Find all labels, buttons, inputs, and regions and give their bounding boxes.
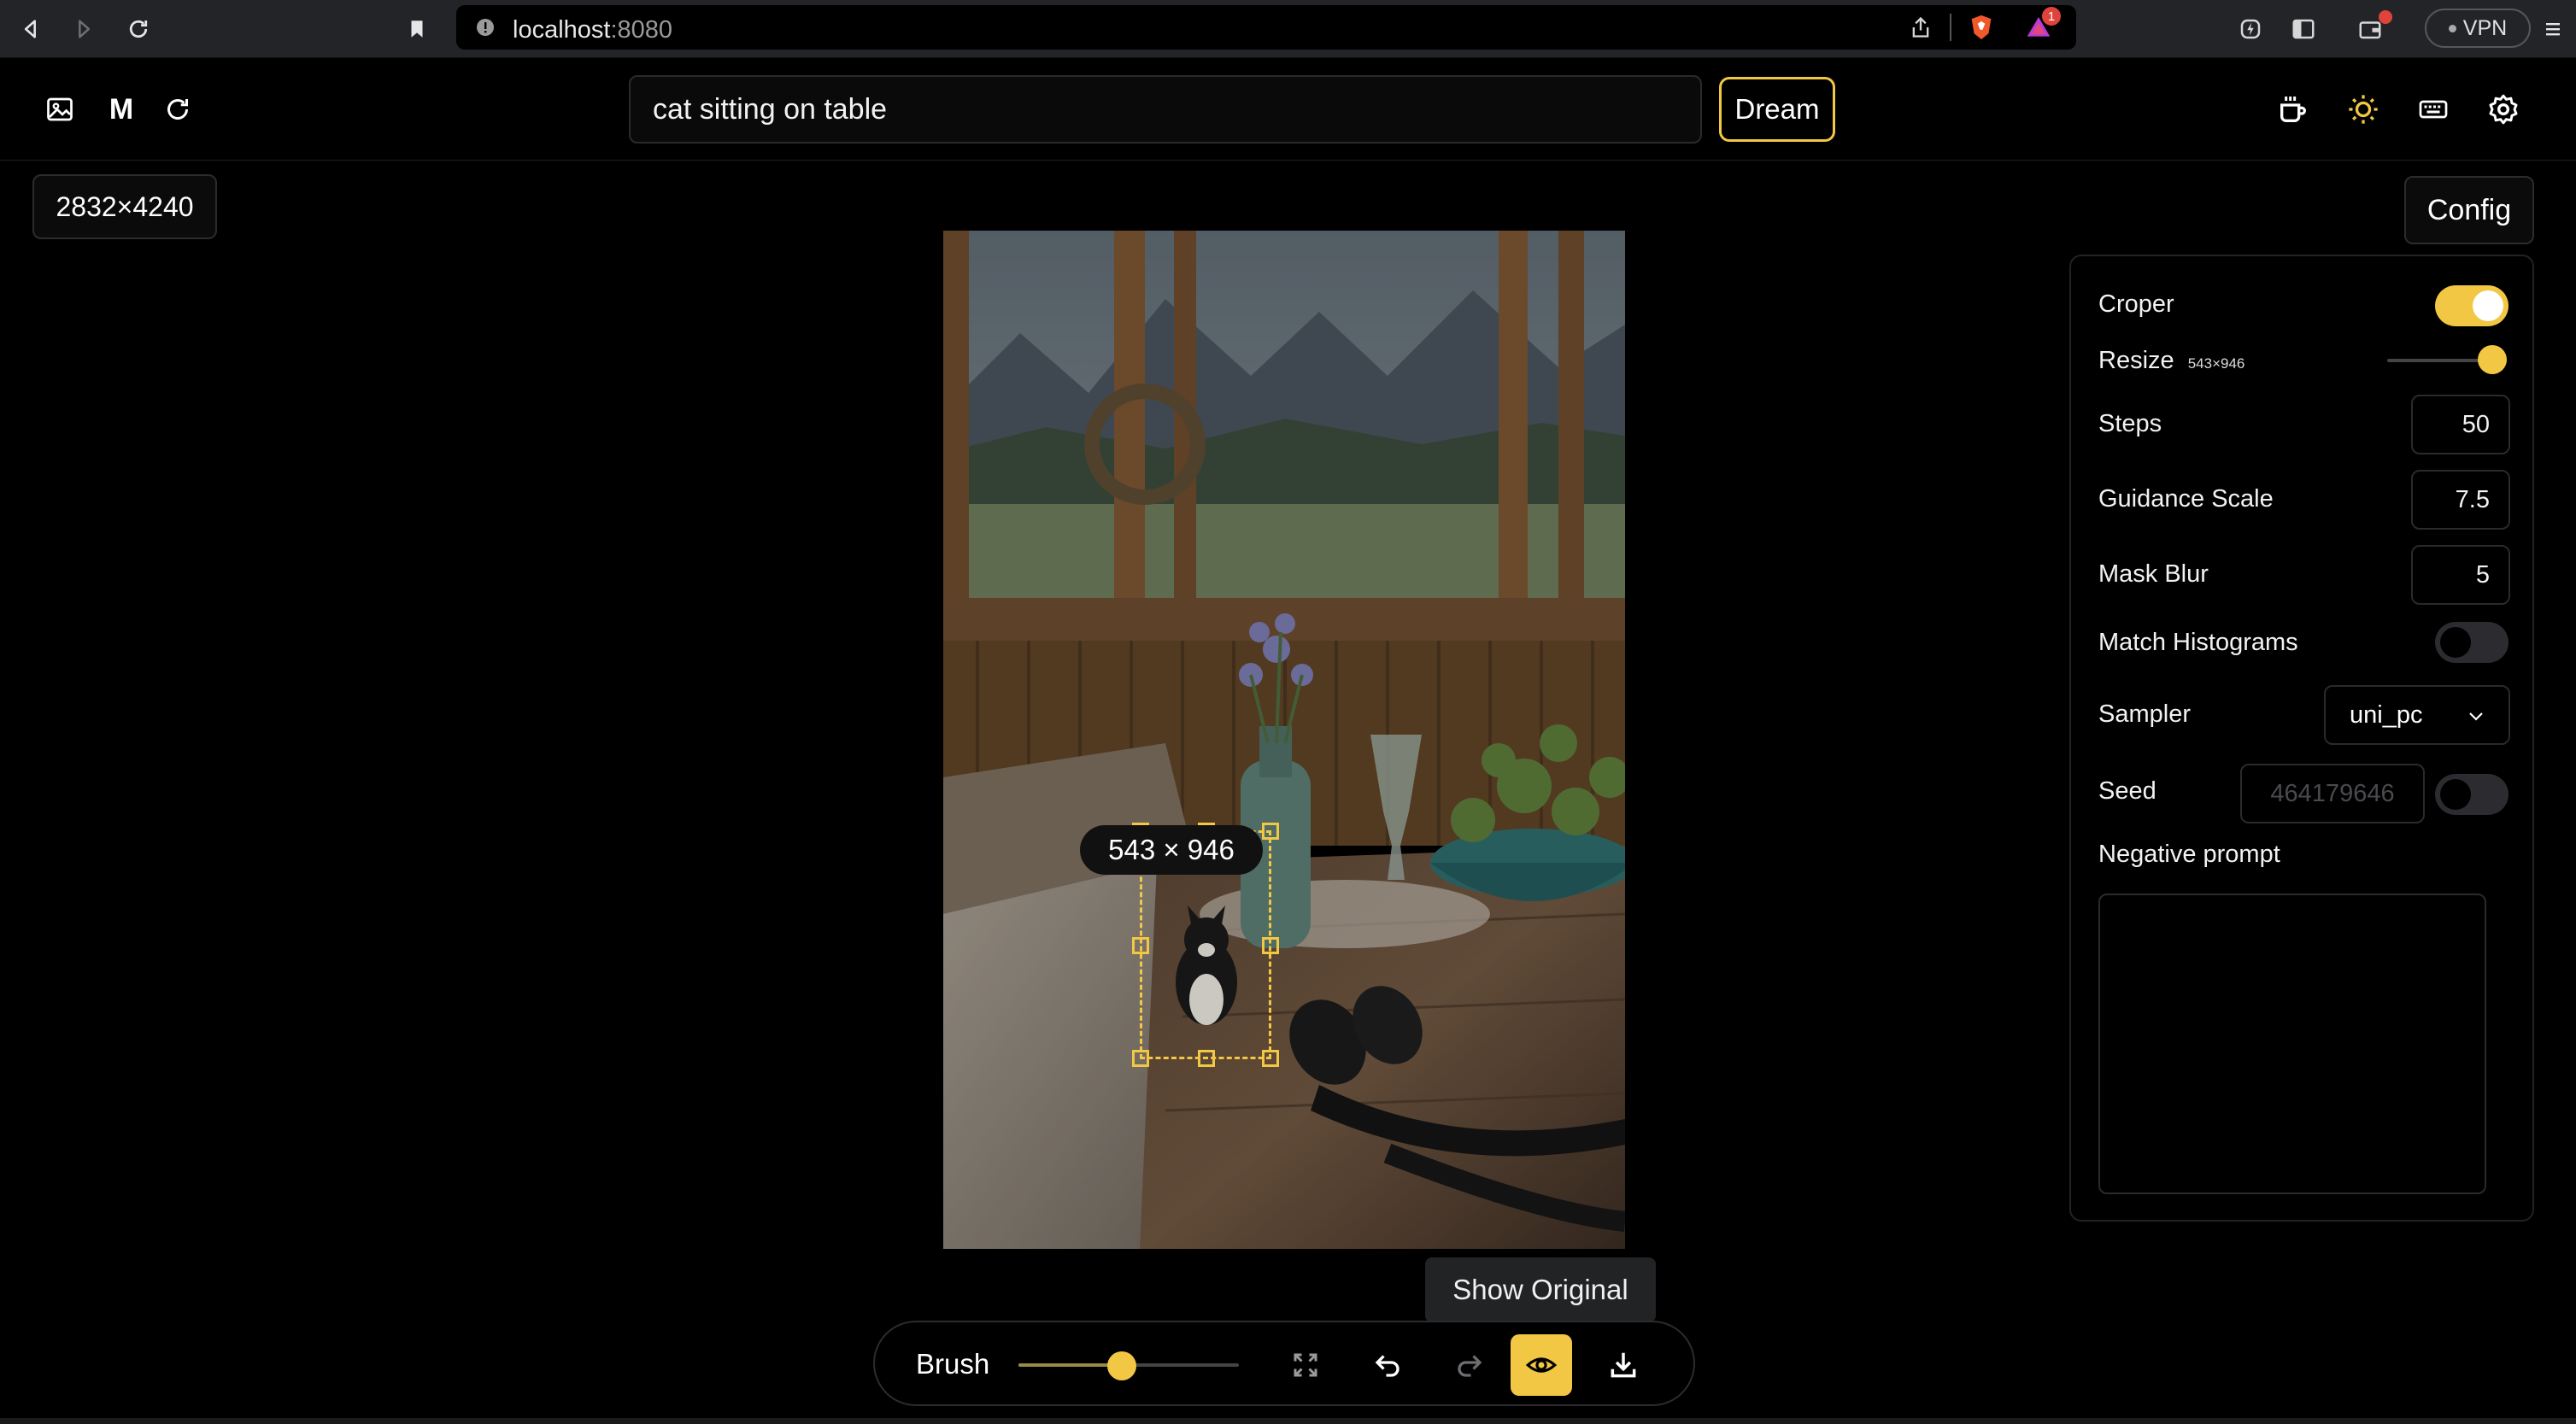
crop-size-label: 543 × 946 bbox=[1080, 825, 1263, 875]
url-text: localhost:8080 bbox=[513, 16, 673, 44]
redo-icon bbox=[1458, 1355, 1482, 1377]
keyboard-icon[interactable] bbox=[2408, 84, 2459, 135]
image-size-chip: 2832×4240 bbox=[32, 174, 217, 239]
negative-prompt-textarea[interactable] bbox=[2098, 894, 2486, 1194]
crop-handle-left[interactable] bbox=[1132, 937, 1149, 954]
url-divider bbox=[1950, 14, 1951, 41]
sampler-label: Sampler bbox=[2098, 700, 2191, 728]
negative-prompt-label: Negative prompt bbox=[2098, 841, 2280, 868]
sidebar-icon[interactable] bbox=[2285, 10, 2322, 48]
wallet-badge-dot bbox=[2379, 10, 2392, 24]
dream-button[interactable]: Dream bbox=[1719, 77, 1835, 142]
share-icon[interactable] bbox=[1909, 15, 1933, 44]
expand-icon bbox=[1294, 1353, 1317, 1377]
coffee-icon[interactable] bbox=[2268, 84, 2319, 135]
undo-icon bbox=[1375, 1355, 1399, 1377]
redo-button[interactable] bbox=[1439, 1334, 1500, 1396]
reload-icon[interactable] bbox=[120, 10, 157, 48]
mask-blur-input[interactable]: 5 bbox=[2411, 545, 2510, 605]
rewards-badge: 1 bbox=[2042, 7, 2061, 26]
resize-slider-knob[interactable] bbox=[2478, 345, 2507, 374]
crop-handle-bottom[interactable] bbox=[1198, 1050, 1215, 1067]
settings-gear-icon[interactable] bbox=[2478, 84, 2529, 135]
prompt-input[interactable] bbox=[629, 75, 1702, 144]
match-histograms-toggle-knob bbox=[2440, 627, 2471, 658]
seed-toggle-knob bbox=[2440, 779, 2471, 810]
resize-value: 543×946 bbox=[2187, 355, 2245, 372]
edit-canvas-image[interactable] bbox=[943, 231, 1625, 1249]
vpn-status-dot bbox=[2448, 24, 2456, 32]
show-original-tooltip: Show Original bbox=[1425, 1257, 1656, 1322]
undo-button[interactable] bbox=[1357, 1334, 1418, 1396]
crop-handle-bottom-right[interactable] bbox=[1262, 1050, 1279, 1067]
bottom-toolbar: Brush bbox=[873, 1321, 1695, 1406]
croper-toggle-knob bbox=[2473, 290, 2503, 321]
browser-toolbar: localhost:8080 1 VPN bbox=[0, 0, 2576, 58]
fit-view-button[interactable] bbox=[1275, 1334, 1336, 1396]
theme-sun-icon[interactable] bbox=[2338, 84, 2389, 135]
download-icon bbox=[1611, 1352, 1636, 1378]
crop-handle-top-right[interactable] bbox=[1262, 823, 1279, 840]
chevron-down-icon bbox=[2466, 706, 2486, 734]
sampler-select[interactable]: uni_pc bbox=[2324, 685, 2510, 745]
match-histograms-label: Match Histograms bbox=[2098, 629, 2298, 656]
mask-blur-label: Mask Blur bbox=[2098, 560, 2209, 588]
address-bar[interactable]: localhost:8080 1 bbox=[456, 5, 2076, 50]
crop-handle-right[interactable] bbox=[1262, 937, 1279, 954]
reset-icon[interactable] bbox=[152, 84, 203, 135]
croper-toggle[interactable] bbox=[2435, 285, 2509, 326]
steps-input[interactable]: 50 bbox=[2411, 395, 2510, 454]
forward-icon[interactable] bbox=[65, 10, 103, 48]
bookmark-icon[interactable] bbox=[398, 10, 436, 48]
brave-shield-icon[interactable] bbox=[1967, 12, 1996, 47]
config-button[interactable]: Config bbox=[2404, 176, 2534, 244]
back-icon[interactable] bbox=[12, 10, 50, 48]
match-histograms-toggle[interactable] bbox=[2435, 622, 2509, 663]
download-button[interactable] bbox=[1593, 1334, 1654, 1396]
seed-toggle[interactable] bbox=[2435, 774, 2509, 815]
seed-label: Seed bbox=[2098, 777, 2156, 805]
crop-handle-bottom-left[interactable] bbox=[1132, 1050, 1149, 1067]
config-panel: Croper Resize 543×946 Steps 50 Guidance … bbox=[2069, 255, 2534, 1222]
image-upload-icon[interactable] bbox=[34, 84, 85, 135]
seed-input[interactable]: 464179646 bbox=[2240, 764, 2425, 823]
vpn-button[interactable]: VPN bbox=[2425, 9, 2531, 48]
guidance-scale-input[interactable]: 7.5 bbox=[2411, 470, 2510, 530]
window-bottom-edge bbox=[0, 1418, 2576, 1424]
browser-menu-icon[interactable] bbox=[2534, 10, 2572, 48]
croper-label: Croper bbox=[2098, 290, 2174, 318]
guidance-scale-label: Guidance Scale bbox=[2098, 485, 2274, 513]
steps-label: Steps bbox=[2098, 410, 2162, 437]
show-original-button[interactable] bbox=[1511, 1334, 1572, 1396]
brush-slider-knob[interactable] bbox=[1107, 1351, 1136, 1380]
app-logo[interactable]: M bbox=[96, 84, 147, 135]
site-info-icon[interactable] bbox=[475, 17, 496, 42]
resize-label: Resize 543×946 bbox=[2098, 347, 2245, 374]
leo-ai-icon[interactable] bbox=[2232, 10, 2269, 48]
eye-icon bbox=[1525, 1357, 1558, 1373]
app-header: M Dream bbox=[0, 58, 2576, 161]
vpn-label: VPN bbox=[2462, 15, 2508, 40]
brush-label: Brush bbox=[916, 1348, 990, 1380]
sampler-value: uni_pc bbox=[2350, 700, 2423, 729]
